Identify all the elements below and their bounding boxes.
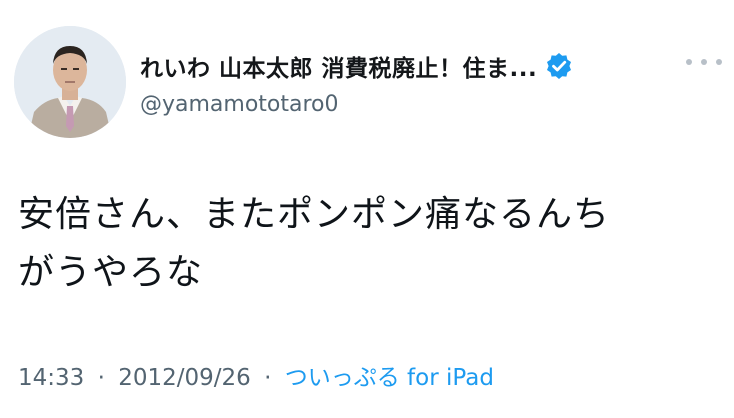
verified-badge-icon	[545, 52, 573, 80]
meta-separator: ·	[97, 365, 105, 391]
tweet-text: 安倍さん、またポンポン痛なるんち がうやろな	[18, 186, 718, 302]
more-dot	[701, 59, 707, 65]
avatar[interactable]	[14, 26, 126, 138]
tweet-header: れいわ 山本太郎 消費税廃止！住ま... @yamamototaro0	[140, 46, 700, 122]
display-name[interactable]: れいわ 山本太郎 消費税廃止！住ま...	[140, 49, 537, 83]
more-options-icon[interactable]	[686, 52, 722, 72]
tweet-source-link[interactable]: ついっぷる for iPad	[285, 365, 494, 391]
tweet-date[interactable]: 2012/09/26	[118, 365, 251, 391]
avatar-photo	[14, 26, 126, 138]
meta-separator: ·	[264, 365, 272, 391]
name-row: れいわ 山本太郎 消費税廃止！住ま...	[140, 46, 700, 86]
tweet-text-line: がうやろな	[18, 252, 204, 293]
tweet-time[interactable]: 14:33	[18, 365, 84, 391]
more-dot	[686, 59, 692, 65]
tweet-card: れいわ 山本太郎 消費税廃止！住ま... @yamamototaro0 安倍さん…	[0, 0, 734, 418]
more-dot	[716, 59, 722, 65]
user-handle[interactable]: @yamamototaro0	[140, 88, 700, 122]
tweet-meta: 14:33 · 2012/09/26 · ついっぷる for iPad	[18, 358, 494, 398]
tweet-text-line: 安倍さん、またポンポン痛なるんち	[18, 194, 611, 235]
